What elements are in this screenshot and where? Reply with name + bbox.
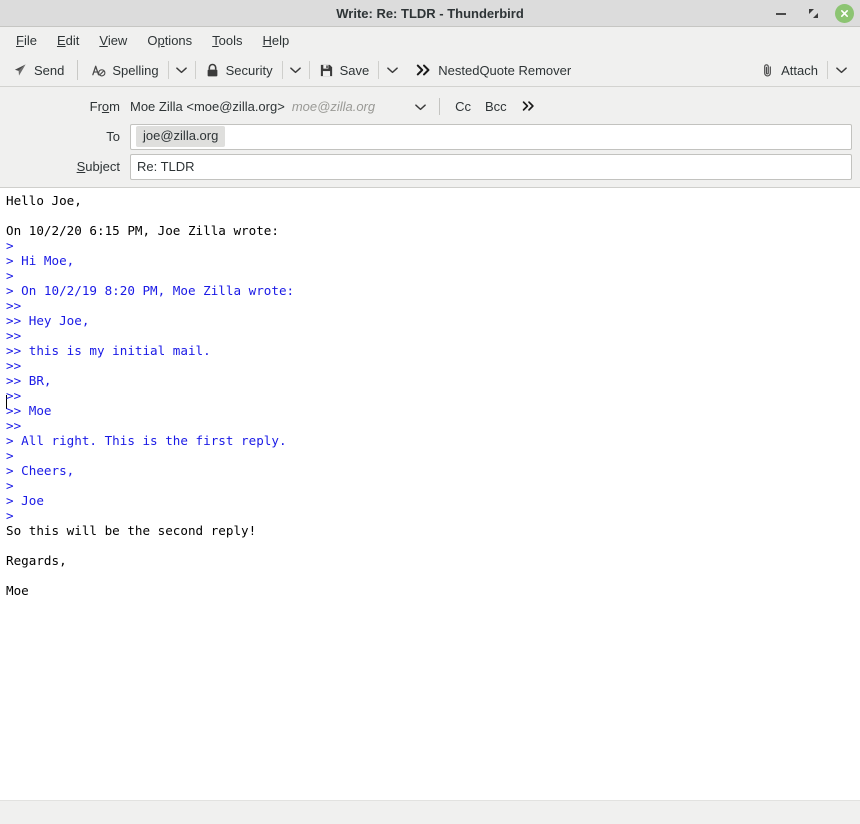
compose-body[interactable]: Hello Joe, On 10/2/20 6:15 PM, Joe Zilla…: [0, 188, 860, 800]
from-identity[interactable]: Moe Zilla <moe@zilla.org> moe@zilla.org: [130, 99, 375, 114]
compose-line-quoted: >>: [6, 328, 22, 343]
compose-line-quoted: >>: [6, 358, 22, 373]
compose-line-quoted: > Joe: [6, 493, 44, 508]
from-dropdown-button[interactable]: [403, 103, 437, 111]
compose-line-quoted: >: [6, 478, 14, 493]
subject-input[interactable]: Re: TLDR: [130, 153, 852, 180]
security-button[interactable]: Security: [198, 59, 280, 82]
save-label: Save: [339, 62, 370, 78]
nestedquote-remover-button[interactable]: NestedQuote Remover: [409, 59, 578, 82]
bcc-button[interactable]: Bcc: [478, 96, 514, 117]
toolbar-separator-5: [308, 61, 310, 79]
chevron-down-icon: [835, 67, 847, 74]
compose-line-quoted: >> Moe: [6, 403, 52, 418]
send-label: Send: [34, 62, 65, 78]
compose-line-quoted: >>: [6, 298, 22, 313]
more-recipients-button[interactable]: [516, 98, 542, 116]
recipient-pill[interactable]: joe@zilla.org: [136, 126, 226, 147]
menu-edit[interactable]: Edit: [47, 30, 89, 51]
menu-help[interactable]: Help: [253, 30, 300, 51]
compose-line: Moe: [6, 583, 29, 598]
toolbar-separator-7: [827, 61, 828, 79]
compose-line: Hello Joe,: [6, 193, 82, 208]
toolbar-separator-1: [77, 60, 79, 80]
security-label: Security: [225, 62, 273, 78]
compose-line-quoted: >: [6, 508, 14, 523]
compose-line-quoted: >> this is my initial mail.: [6, 343, 211, 358]
chevron-down-icon: [290, 67, 301, 74]
compose-toolbar: Send Spelling Security Save NestedQuote …: [0, 54, 860, 87]
close-button[interactable]: [835, 4, 854, 23]
spelling-button[interactable]: Spelling: [84, 59, 165, 82]
padlock-icon: [205, 63, 220, 78]
menu-options[interactable]: Options: [137, 30, 202, 51]
minimize-icon: [776, 12, 786, 15]
double-chevron-right-icon: [416, 63, 432, 77]
header-separator: [439, 98, 441, 115]
spelling-label: Spelling: [112, 62, 159, 78]
subject-label: Subject: [76, 159, 120, 174]
nestedquote-remover-label: NestedQuote Remover: [438, 62, 572, 78]
attach-dropdown-button[interactable]: [830, 62, 852, 78]
window-title: Write: Re: TLDR - Thunderbird: [336, 5, 524, 21]
menu-bar: File Edit View Options Tools Help: [0, 27, 860, 54]
message-headers: From Moe Zilla <moe@zilla.org> moe@zilla.…: [0, 87, 860, 188]
to-input[interactable]: joe@zilla.org: [130, 123, 852, 150]
menu-view[interactable]: View: [89, 30, 137, 51]
from-row: From Moe Zilla <moe@zilla.org> moe@zilla.…: [8, 93, 852, 120]
chevron-down-icon: [414, 103, 426, 110]
status-bar: [0, 800, 860, 824]
floppy-disk-icon: [319, 63, 334, 78]
window-controls: [771, 0, 854, 27]
send-button[interactable]: Send: [6, 59, 71, 82]
minimize-button[interactable]: [771, 4, 791, 24]
attach-button[interactable]: Attach: [753, 59, 825, 82]
double-chevron-right-icon: [522, 100, 534, 111]
spellcheck-abc-icon: [91, 63, 106, 78]
compose-line-quoted: > On 10/2/19 8:20 PM, Moe Zilla wrote:: [6, 283, 295, 298]
subject-value: Re: TLDR: [137, 159, 195, 174]
from-identity-value: Moe Zilla <moe@zilla.org>: [130, 99, 285, 114]
cc-button[interactable]: Cc: [448, 96, 478, 117]
toolbar-separator-3: [194, 61, 196, 79]
paperclip-icon: [760, 63, 775, 78]
spelling-dropdown-button[interactable]: [171, 62, 193, 78]
compose-line-quoted: >: [6, 238, 14, 253]
title-bar: Write: Re: TLDR - Thunderbird: [0, 0, 860, 27]
menu-tools[interactable]: Tools: [202, 30, 252, 51]
from-label: From: [89, 99, 120, 114]
compose-line-quoted: >>: [6, 418, 22, 433]
compose-line: So this will be the second reply!: [6, 523, 257, 538]
compose-line-quoted: >>: [6, 388, 22, 403]
compose-line-quoted: > Cheers,: [6, 463, 75, 478]
subject-row: Subject Re: TLDR: [8, 153, 852, 180]
toolbar-separator-4: [281, 61, 283, 79]
compose-line-quoted: >> Hey Joe,: [6, 313, 90, 328]
save-button[interactable]: Save: [312, 59, 377, 82]
toolbar-separator-2: [167, 61, 169, 79]
chevron-down-icon: [176, 67, 187, 74]
attach-label: Attach: [781, 62, 818, 78]
compose-text[interactable]: Hello Joe, On 10/2/20 6:15 PM, Joe Zilla…: [6, 193, 860, 598]
toolbar-separator-6: [378, 61, 380, 79]
close-icon: [840, 9, 849, 18]
send-paperplane-icon: [13, 63, 28, 78]
compose-line-quoted: > All right. This is the first reply.: [6, 433, 287, 448]
chevron-down-icon: [386, 67, 398, 74]
compose-window: Write: Re: TLDR - Thunderbird File Edit …: [0, 0, 860, 824]
to-label: To: [106, 129, 120, 144]
compose-line: On 10/2/20 6:15 PM, Joe Zilla wrote:: [6, 223, 279, 238]
to-row: To joe@zilla.org: [8, 123, 852, 150]
compose-line-quoted: > Hi Moe,: [6, 253, 75, 268]
compose-line-quoted: >: [6, 268, 14, 283]
compose-line: Regards,: [6, 553, 67, 568]
menu-file[interactable]: File: [6, 30, 47, 51]
restore-icon: [808, 9, 818, 18]
restore-button[interactable]: [803, 4, 823, 24]
save-dropdown-button[interactable]: [381, 62, 403, 78]
from-domain-hint: moe@zilla.org: [291, 99, 376, 114]
compose-line-quoted: >> BR,: [6, 373, 52, 388]
compose-line-quoted: >: [6, 448, 14, 463]
security-dropdown-button[interactable]: [285, 62, 307, 78]
